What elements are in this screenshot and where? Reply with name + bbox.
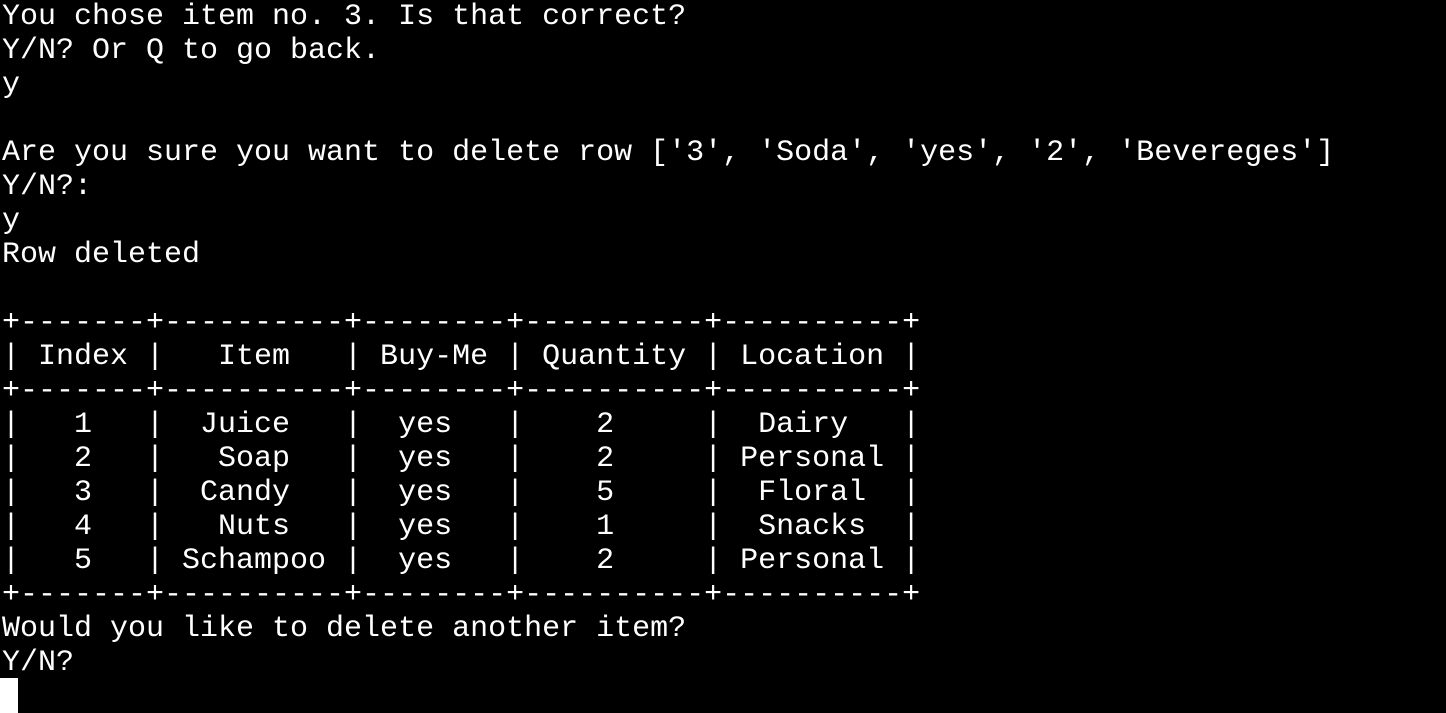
table-border: +-------+----------+--------+----------+… — [2, 306, 921, 340]
prompt-yes-no: Y/N?: — [2, 170, 93, 204]
status-message: Row deleted — [2, 238, 201, 272]
table-row: | 1 | Juice | yes | 2 | Dairy | — [2, 408, 921, 442]
user-input-line: y — [2, 204, 21, 238]
table-row: | 3 | Candy | yes | 5 | Floral | — [2, 476, 921, 510]
table-border: +-------+----------+--------+----------+… — [2, 374, 921, 408]
prompt-delete-row: Are you sure you want to delete row ['3'… — [2, 136, 1335, 170]
table-border: +-------+----------+--------+----------+… — [2, 578, 921, 612]
terminal-window[interactable]: You chose item no. 3. Is that correct? Y… — [2, 0, 1442, 713]
table-row: | 2 | Soap | yes | 2 | Personal | — [2, 442, 921, 476]
user-input-line: y — [2, 68, 21, 102]
table-row: | 5 | Schampoo | yes | 2 | Personal | — [2, 544, 921, 578]
prompt-yes-no: Y/N? — [2, 646, 75, 680]
text-cursor[interactable] — [0, 678, 18, 713]
table-row: | 4 | Nuts | yes | 1 | Snacks | — [2, 510, 921, 544]
prompt-delete-another: Would you like to delete another item? — [2, 612, 687, 646]
prompt-yes-no-back: Y/N? Or Q to go back. — [2, 34, 381, 68]
prompt-confirm-choice: You chose item no. 3. Is that correct? — [2, 0, 687, 34]
table-header-row: | Index | Item | Buy-Me | Quantity | Loc… — [2, 340, 921, 374]
